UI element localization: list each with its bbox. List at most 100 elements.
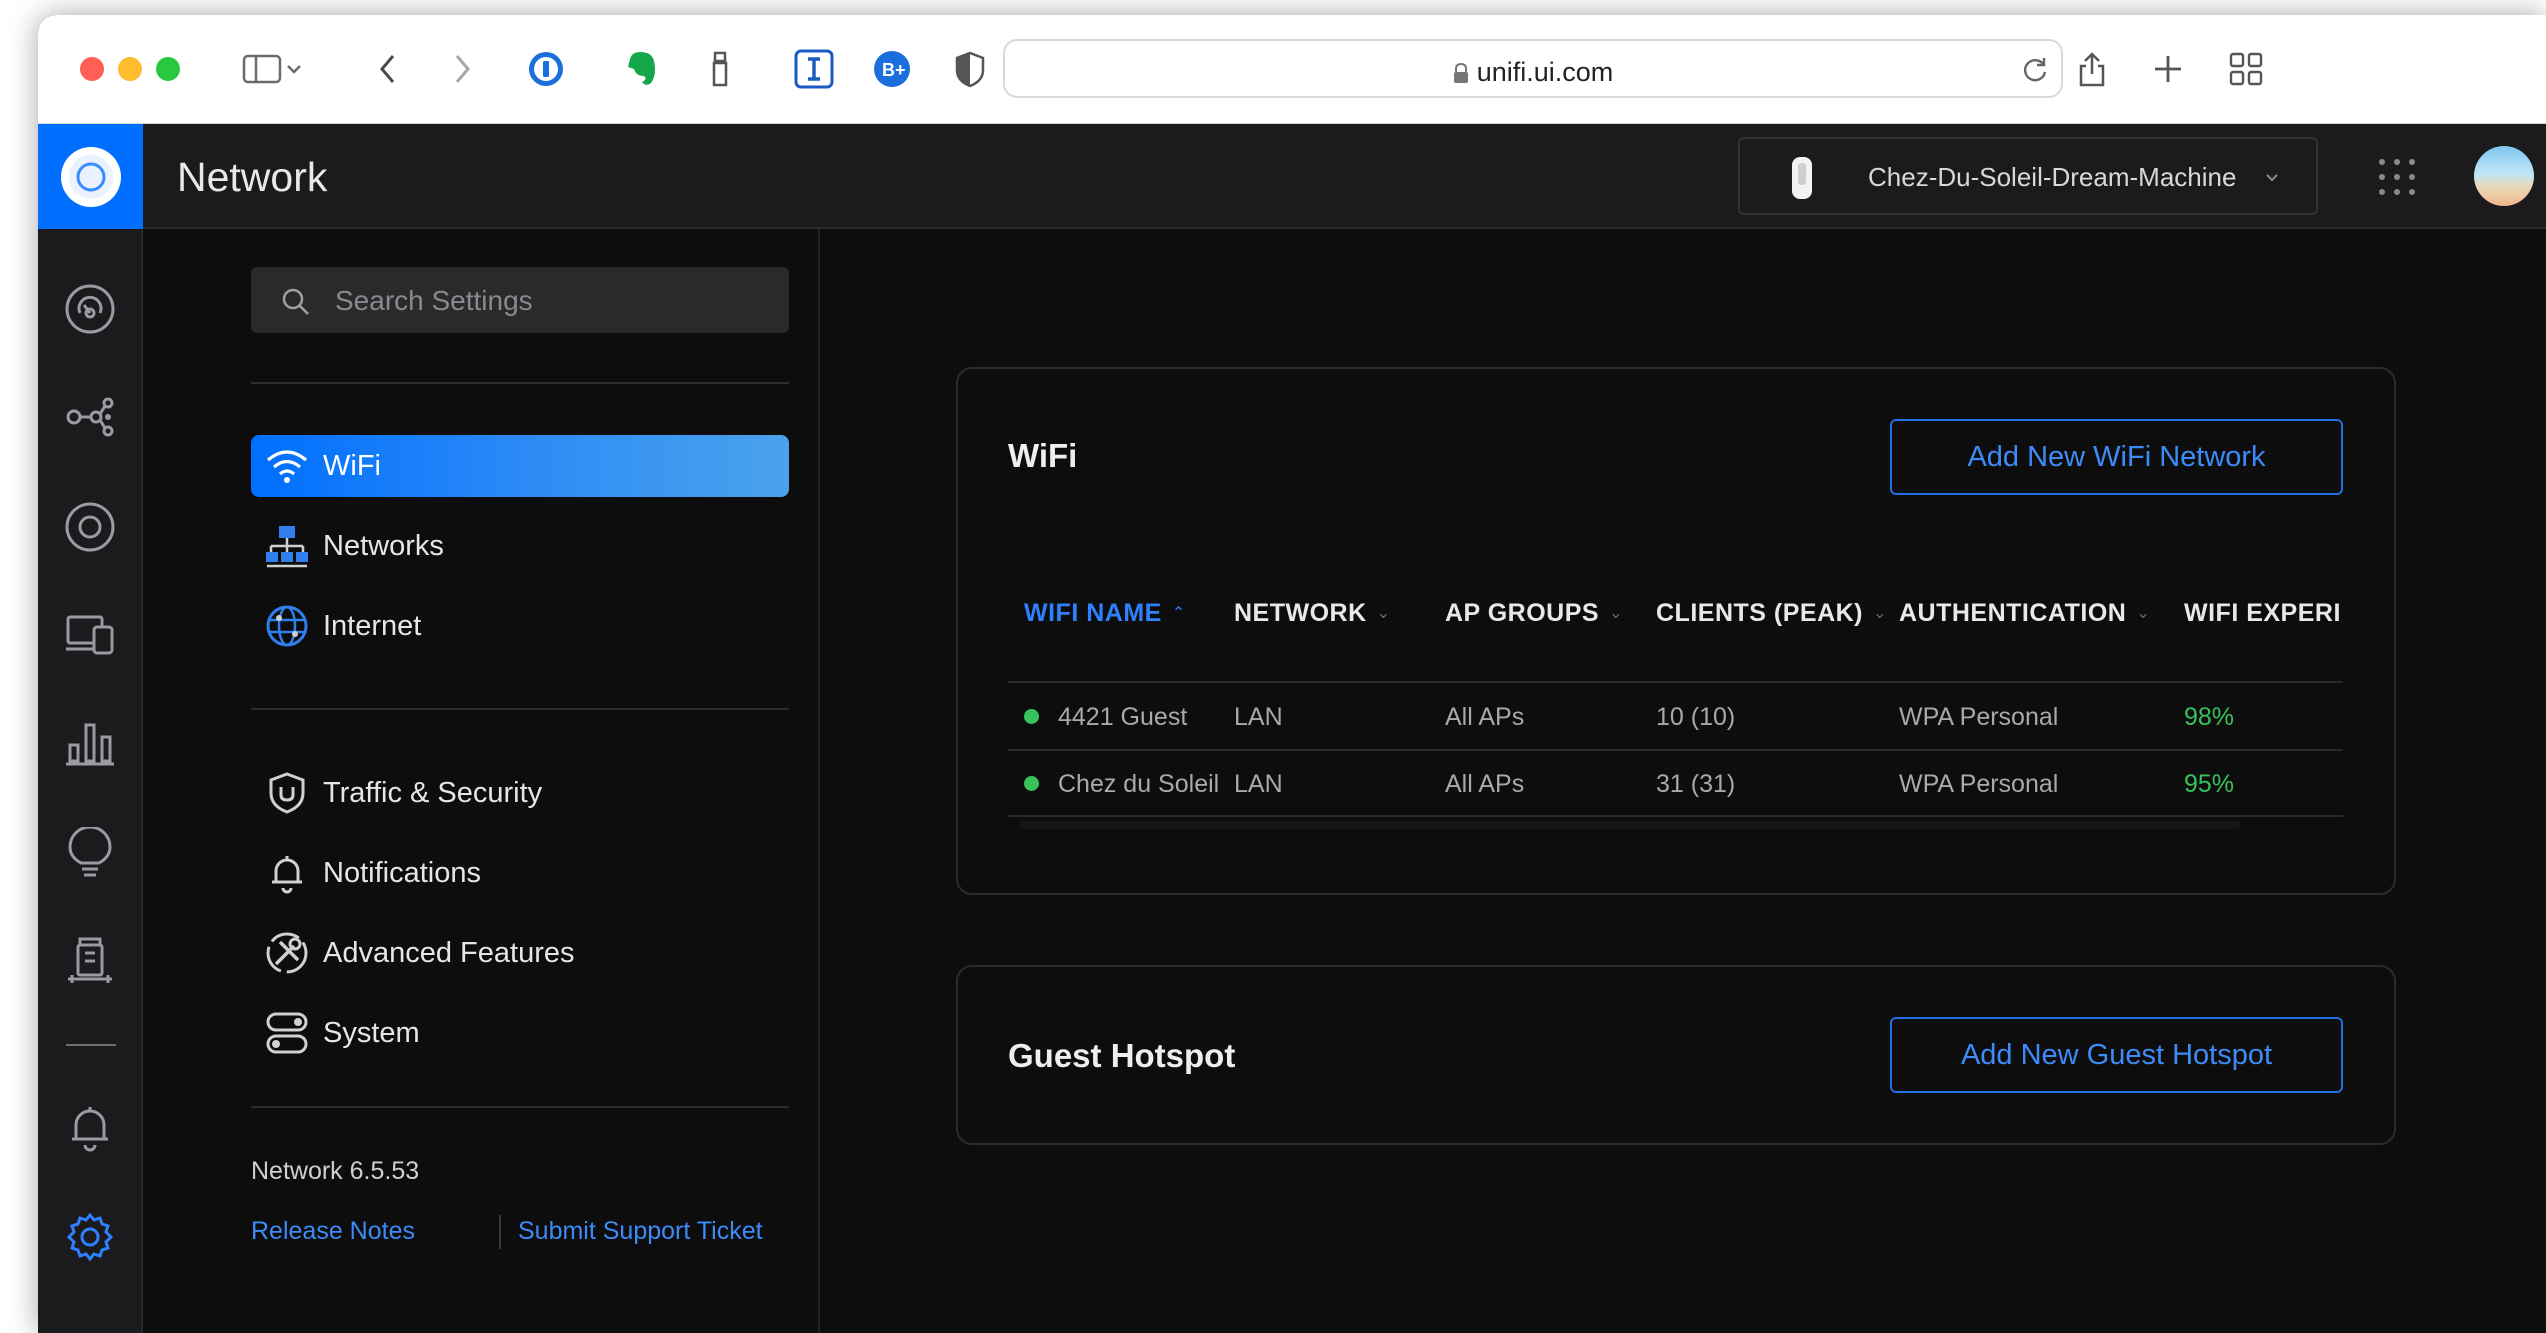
back-icon[interactable]	[368, 49, 408, 89]
settings-sidebar: Search Settings WiFi Networks Internet T…	[145, 229, 820, 1333]
cell-authentication: WPA Personal	[1899, 703, 2059, 731]
app-title: Network	[177, 154, 328, 200]
cell-clients: 31 (31)	[1656, 770, 1736, 798]
sidebar-toggle-icon[interactable]	[242, 49, 282, 89]
advanced-features-icon	[261, 927, 313, 979]
reload-icon[interactable]	[2021, 55, 2049, 90]
column-header-label: WIFI EXPERI	[2184, 599, 2341, 627]
nav-label-advanced-features: Advanced Features	[323, 936, 575, 969]
share-icon[interactable]	[2072, 49, 2112, 89]
app-header: Network Chez-Du-Soleil-Dream-Machine	[38, 124, 2546, 229]
cell-network: LAN	[1234, 770, 1283, 798]
unifi-home-button[interactable]	[38, 124, 143, 229]
user-avatar[interactable]	[2474, 146, 2534, 206]
forward-icon[interactable]	[442, 49, 482, 89]
nav-item-networks[interactable]: Networks	[251, 515, 789, 577]
column-header-label: WIFI NAME	[1024, 599, 1162, 627]
statistics-icon[interactable]	[60, 713, 120, 773]
column-header-wifi-name[interactable]: WIFI NAME ⌃	[1024, 599, 1186, 628]
evernote-extension-icon[interactable]	[622, 49, 662, 89]
chevron-down-icon: ⌄	[1873, 605, 1887, 622]
browser-window: B+ unifi.ui.com Network Chez-Du-Soleil-D…	[38, 15, 2546, 1333]
dashboard-icon[interactable]	[60, 279, 120, 339]
guest-hotspot-card: Guest Hotspot Add New Guest Hotspot	[956, 965, 2396, 1145]
device-name: Chez-Du-Soleil-Dream-Machine	[1868, 162, 2237, 192]
new-tab-icon[interactable]	[2148, 49, 2188, 89]
submit-support-ticket-link[interactable]: Submit Support Ticket	[518, 1217, 763, 1246]
tab-overview-icon[interactable]	[2226, 49, 2266, 89]
wifi-card-title: WiFi	[1008, 437, 1078, 474]
app-version: Network 6.5.53	[251, 1157, 420, 1185]
nav-item-notifications[interactable]: Notifications	[251, 842, 789, 904]
insights-icon[interactable]	[60, 823, 120, 883]
svg-text:B+: B+	[882, 60, 906, 80]
column-header-network[interactable]: NETWORK ⌄	[1234, 599, 1391, 628]
search-settings-input[interactable]: Search Settings	[251, 267, 789, 333]
notifications-icon[interactable]	[60, 1097, 120, 1157]
table-row[interactable]: 4421 Guest LAN All APs 10 (10) WPA Perso…	[1008, 683, 2343, 749]
clients-icon[interactable]	[60, 605, 120, 665]
status-online-dot	[1024, 776, 1039, 791]
url-text: unifi.ui.com	[1005, 57, 2061, 88]
nav-label-notifications: Notifications	[323, 856, 481, 889]
close-window-button[interactable]	[80, 57, 104, 81]
chevron-down-icon: ⌄	[1609, 605, 1623, 622]
nav-label-system: System	[323, 1016, 420, 1049]
add-wifi-network-button[interactable]: Add New WiFi Network	[1890, 419, 2343, 495]
release-notes-link[interactable]: Release Notes	[251, 1217, 415, 1246]
sort-ascending-icon: ⌃	[1171, 605, 1186, 622]
cell-wifi-name: Chez du Soleil	[1058, 770, 1220, 798]
zoom-window-button[interactable]	[156, 57, 180, 81]
toggles-icon	[261, 1007, 313, 1059]
nav-item-traffic-security[interactable]: Traffic & Security	[251, 762, 789, 824]
status-online-dot	[1024, 709, 1039, 724]
nav-item-advanced-features[interactable]: Advanced Features	[251, 922, 789, 984]
link-separator	[499, 1215, 501, 1249]
nav-divider	[251, 708, 789, 710]
topology-icon[interactable]	[60, 387, 120, 447]
minimize-window-button[interactable]	[118, 57, 142, 81]
nav-label-traffic-security: Traffic & Security	[323, 776, 543, 809]
add-guest-hotspot-button[interactable]: Add New Guest Hotspot	[1890, 1017, 2343, 1093]
app-switcher-grid-icon[interactable]	[2376, 156, 2418, 203]
column-header-label: AUTHENTICATION	[1899, 599, 2127, 627]
shield-icon	[261, 767, 313, 819]
system-log-icon[interactable]	[60, 931, 120, 991]
cell-network: LAN	[1234, 703, 1283, 731]
cell-ap-groups: All APs	[1445, 703, 1525, 731]
cell-clients: 10 (10)	[1656, 703, 1736, 731]
nav-item-wifi[interactable]: WiFi	[251, 435, 789, 497]
settings-icon[interactable]	[60, 1207, 120, 1267]
cell-wifi-experience: 95%	[2184, 770, 2235, 798]
password-manager-extension-icon[interactable]	[526, 49, 566, 89]
column-header-label: NETWORK	[1234, 599, 1367, 627]
nav-item-system[interactable]: System	[251, 1002, 789, 1064]
nav-label-networks: Networks	[323, 529, 444, 562]
chevron-down-icon: ⌄	[1376, 605, 1391, 622]
cell-wifi-name: 4421 Guest	[1058, 703, 1188, 731]
column-header-wifi-experience[interactable]: WIFI EXPERI	[2184, 599, 2344, 628]
wifi-card: WiFi Add New WiFi Network WIFI NAME ⌃ NET…	[956, 367, 2396, 895]
reader-extension-icon[interactable]	[794, 49, 834, 89]
cleaner-extension-icon[interactable]	[700, 49, 740, 89]
networks-icon	[261, 520, 313, 572]
search-placeholder: Search Settings	[335, 285, 533, 316]
table-row[interactable]: Chez du Soleil LAN All APs 31 (31) WPA P…	[1008, 751, 2343, 815]
chevron-down-icon[interactable]	[282, 49, 306, 89]
nav-item-internet[interactable]: Internet	[251, 595, 789, 657]
table-horizontal-scrollbar[interactable]	[1020, 821, 2240, 829]
column-header-label: AP GROUPS	[1445, 599, 1600, 627]
device-selector[interactable]: Chez-Du-Soleil-Dream-Machine	[1738, 137, 2318, 215]
bplus-extension-icon[interactable]: B+	[872, 49, 912, 89]
browser-toolbar: B+ unifi.ui.com	[38, 15, 2546, 124]
nav-label-wifi: WiFi	[323, 449, 381, 482]
lock-icon	[1453, 62, 1468, 83]
cell-wifi-experience: 98%	[2184, 703, 2235, 731]
column-header-ap-groups[interactable]: AP GROUPS ⌄	[1445, 599, 1623, 628]
devices-icon[interactable]	[60, 497, 120, 557]
column-header-authentication[interactable]: AUTHENTICATION ⌄	[1899, 599, 2150, 628]
guest-hotspot-card-title: Guest Hotspot	[1008, 1037, 1236, 1074]
shield-extension-icon[interactable]	[950, 49, 990, 89]
address-bar[interactable]: unifi.ui.com	[1003, 39, 2063, 98]
column-header-clients-peak[interactable]: CLIENTS (PEAK) ⌄	[1656, 599, 1887, 628]
